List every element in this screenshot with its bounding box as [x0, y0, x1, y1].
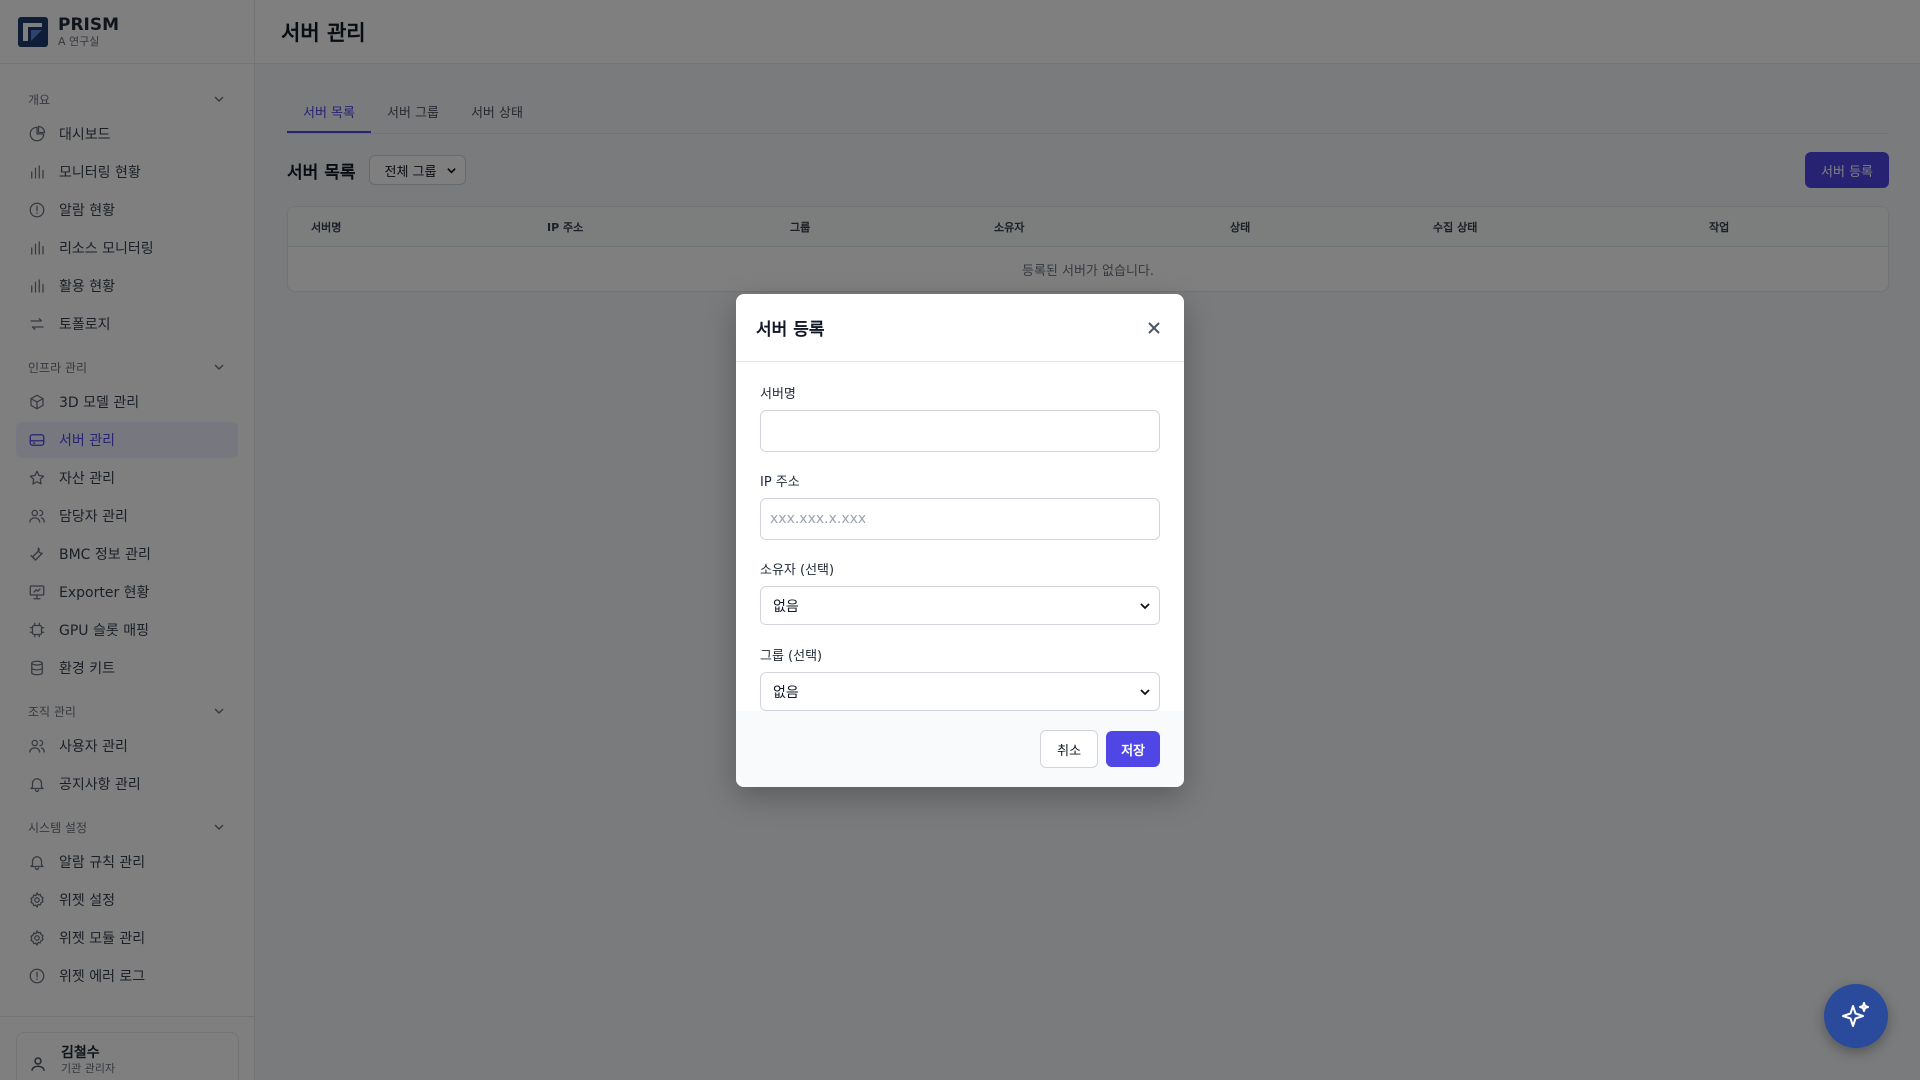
server-register-modal: 서버 등록 서버명 IP 주소 소유자 (선택) 없음 그룹 (선택) 없음 취…	[736, 294, 1184, 787]
close-icon	[1148, 321, 1160, 334]
group-select-value: 없음	[773, 684, 799, 701]
sparkles-icon	[1842, 1002, 1869, 1027]
server-name-label: 서버명	[760, 387, 796, 402]
close-button[interactable]	[1144, 318, 1164, 338]
owner-select-value: 없음	[773, 598, 799, 615]
modal-footer: 취소 저장	[736, 711, 1184, 787]
group-label: 그룹 (선택)	[760, 649, 823, 664]
save-button[interactable]: 저장	[1106, 731, 1160, 767]
modal-body: 서버명 IP 주소 소유자 (선택) 없음 그룹 (선택) 없음	[736, 362, 1184, 711]
owner-select[interactable]: 없음	[760, 586, 1160, 625]
ip-input[interactable]	[760, 498, 1160, 540]
cancel-button[interactable]: 취소	[1040, 730, 1099, 768]
owner-label: 소유자 (선택)	[760, 563, 835, 578]
modal-header: 서버 등록	[736, 294, 1184, 362]
modal-title: 서버 등록	[756, 320, 825, 340]
group-select[interactable]: 없음	[760, 672, 1160, 711]
server-name-input[interactable]	[760, 410, 1160, 452]
ai-assistant-button[interactable]	[1824, 984, 1888, 1048]
chevron-down-icon	[1140, 602, 1150, 609]
chevron-down-icon	[1140, 688, 1150, 695]
ip-label: IP 주소	[760, 475, 800, 490]
